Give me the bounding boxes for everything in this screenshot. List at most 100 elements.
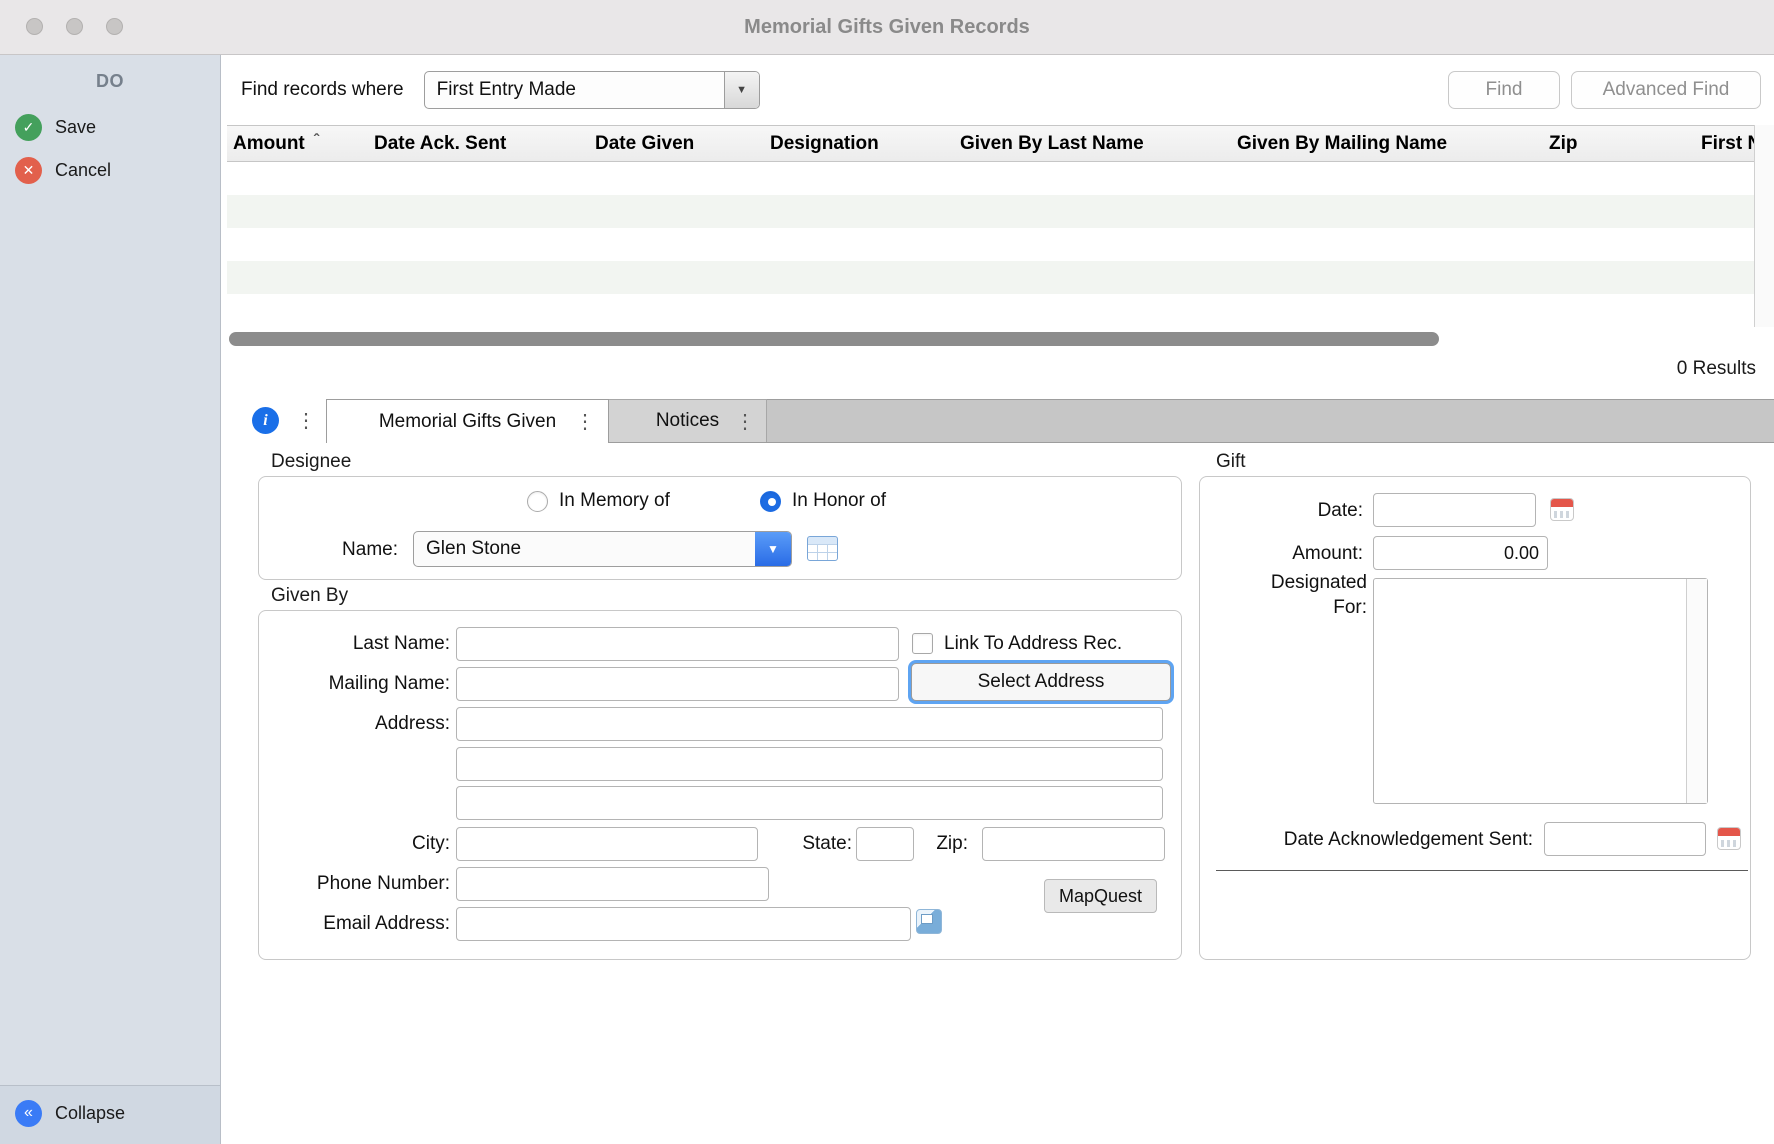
city-field[interactable] (456, 827, 758, 861)
cancel-button[interactable]: ✕ Cancel (0, 157, 220, 184)
tab-label: Notices (656, 410, 719, 432)
address-line-3-field[interactable] (456, 786, 1163, 820)
in-honor-of-label: In Honor of (792, 490, 886, 512)
state-field[interactable] (856, 827, 914, 861)
sidebar-header: DO (0, 71, 220, 92)
table-row (227, 261, 1754, 294)
main-area: Find records where First Entry Made ▼ Fi… (222, 55, 1774, 1144)
calendar-icon[interactable] (1550, 498, 1574, 521)
value-list-table-icon[interactable] (807, 536, 838, 561)
column-label: Given By Last Name (960, 133, 1144, 155)
find-records-where-label: Find records where (241, 79, 404, 101)
address-line-1-field[interactable] (456, 707, 1163, 741)
cancel-x-icon: ✕ (15, 157, 42, 184)
column-label: Date Ack. Sent (374, 133, 506, 155)
designated-for-scrollbar-track[interactable] (1686, 579, 1707, 803)
state-label: State: (762, 833, 852, 855)
info-icon[interactable]: i (252, 407, 279, 434)
gift-date-field[interactable] (1373, 493, 1536, 527)
last-name-field[interactable] (456, 627, 899, 661)
gift-section-label: Gift (1216, 451, 1246, 473)
kebab-menu-icon[interactable]: ⋮ (296, 411, 316, 431)
column-header-designation[interactable]: Designation (764, 126, 954, 161)
record-form: Designee In Memory of In Honor of Name: … (222, 443, 1774, 1144)
find-field-dropdown-value: First Entry Made (425, 72, 724, 108)
titlebar: Memorial Gifts Given Records (0, 0, 1774, 55)
results-count: 0 Results (222, 355, 1756, 383)
kebab-menu-icon[interactable]: ⋮ (735, 412, 755, 432)
chevron-down-icon: ▼ (724, 72, 759, 108)
column-label: First N (1701, 133, 1754, 155)
collapse-button[interactable]: « Collapse (0, 1100, 220, 1127)
designee-name-dropdown[interactable]: Glen Stone ▼ (413, 531, 792, 567)
date-acknowledgement-sent-field[interactable] (1544, 822, 1706, 856)
gift-amount-field[interactable] (1373, 536, 1548, 570)
column-header-first-name[interactable]: First N (1695, 126, 1754, 161)
column-header-given-by-mailing-name[interactable]: Given By Mailing Name (1231, 126, 1543, 161)
chevron-down-icon[interactable]: ▼ (755, 532, 791, 566)
date-acknowledgement-sent-label: Date Acknowledgement Sent: (1222, 829, 1533, 851)
radio-selected-icon[interactable] (760, 491, 781, 512)
designee-name-value: Glen Stone (414, 532, 755, 566)
link-to-address-label: Link To Address Rec. (944, 633, 1122, 655)
designated-for-label: Designated For: (1255, 570, 1367, 620)
calendar-icon[interactable] (1717, 827, 1741, 850)
column-header-given-by-last-name[interactable]: Given By Last Name (954, 126, 1231, 161)
table-header: Amount ˆ Date Ack. Sent Date Given Desig… (227, 125, 1754, 162)
mailing-name-label: Mailing Name: (262, 673, 450, 695)
gift-date-label: Date: (1242, 500, 1363, 522)
sidebar-footer: « Collapse (0, 1085, 220, 1144)
email-address-field[interactable] (456, 907, 911, 941)
column-header-zip[interactable]: Zip (1543, 126, 1695, 161)
open-email-web-icon[interactable] (916, 909, 942, 934)
designated-for-field[interactable] (1373, 578, 1708, 804)
cancel-label: Cancel (55, 160, 111, 181)
mailing-name-field[interactable] (456, 667, 899, 701)
tab-bar: i ⋮ Memorial Gifts Given ⋮ Notices ⋮ (222, 399, 1774, 443)
tab-memorial-gifts-given[interactable]: Memorial Gifts Given ⋮ (326, 399, 609, 443)
find-field-dropdown[interactable]: First Entry Made ▼ (424, 71, 760, 109)
phone-number-field[interactable] (456, 867, 769, 901)
city-label: City: (262, 833, 450, 855)
sidebar: DO ✓ Save ✕ Cancel « Collapse (0, 55, 221, 1144)
in-honor-of-radio[interactable]: In Honor of (760, 490, 886, 512)
in-memory-of-radio[interactable]: In Memory of (527, 490, 670, 512)
sort-ascending-icon: ˆ (314, 132, 319, 150)
collapse-chevrons-icon: « (15, 1100, 42, 1127)
tab-notices[interactable]: Notices ⋮ (609, 399, 767, 442)
table-vertical-scrollbar-track[interactable] (1754, 125, 1774, 327)
column-label: Given By Mailing Name (1237, 133, 1447, 155)
save-button[interactable]: ✓ Save (0, 114, 220, 141)
radio-unselected-icon[interactable] (527, 491, 548, 512)
phone-number-label: Phone Number: (262, 873, 450, 895)
table-row (227, 195, 1754, 228)
email-address-label: Email Address: (262, 913, 450, 935)
find-toolbar: Find records where First Entry Made ▼ Fi… (222, 59, 1774, 121)
kebab-menu-icon[interactable]: ⋮ (575, 412, 595, 432)
table-row (227, 162, 1754, 195)
gift-divider-line (1216, 870, 1748, 871)
mapquest-button[interactable]: MapQuest (1044, 879, 1157, 913)
table-horizontal-scrollbar-track[interactable] (227, 330, 1769, 348)
designee-section-label: Designee (271, 451, 351, 473)
column-header-date-given[interactable]: Date Given (589, 126, 764, 161)
zip-field[interactable] (982, 827, 1165, 861)
address-line-2-field[interactable] (456, 747, 1163, 781)
column-label: Amount (233, 133, 305, 155)
app-window: Memorial Gifts Given Records DO ✓ Save ✕… (0, 0, 1774, 1144)
find-button[interactable]: Find (1448, 71, 1560, 109)
tab-label: Memorial Gifts Given (379, 411, 556, 433)
link-to-address-checkbox[interactable] (912, 633, 933, 654)
save-label: Save (55, 117, 96, 138)
table-horizontal-scrollbar-thumb[interactable] (229, 332, 1439, 346)
given-by-section-label: Given By (271, 585, 348, 607)
advanced-find-button[interactable]: Advanced Find (1571, 71, 1761, 109)
address-label: Address: (262, 713, 450, 735)
column-label: Zip (1549, 133, 1578, 155)
column-header-date-ack-sent[interactable]: Date Ack. Sent (368, 126, 589, 161)
window-title: Memorial Gifts Given Records (0, 0, 1774, 54)
column-header-amount[interactable]: Amount ˆ (227, 126, 368, 161)
column-label: Date Given (595, 133, 694, 155)
select-address-button[interactable]: Select Address (911, 663, 1171, 701)
table-row (227, 228, 1754, 261)
